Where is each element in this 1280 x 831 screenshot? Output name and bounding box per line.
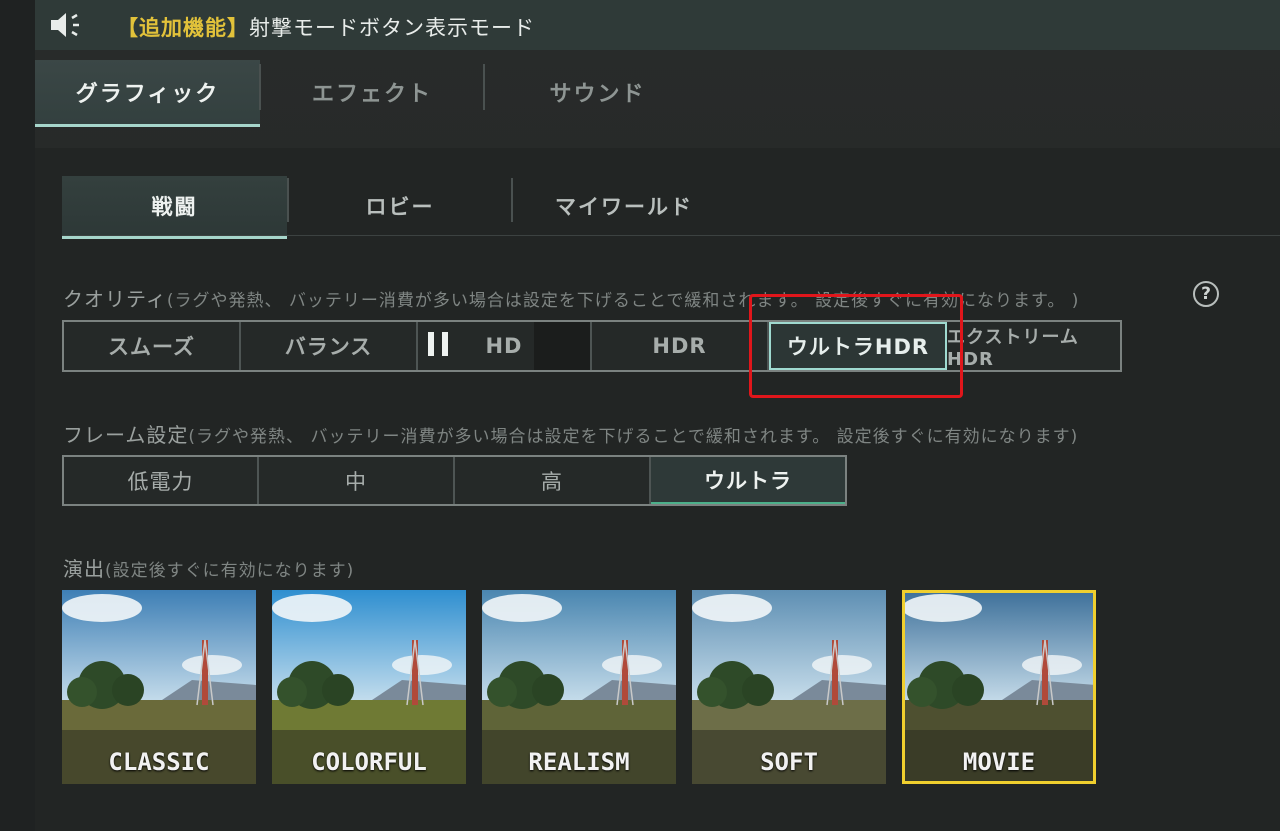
quality-option-label: スムーズ [108,335,195,359]
announcement-tag: 【追加機能】 [117,16,249,40]
announcement-bar[interactable]: 【追加機能】射撃モードボタン表示モード [35,0,1280,50]
style-option-classic[interactable]: CLASSIC [62,590,256,784]
style-note: (設定後すぐに有効になります) [105,561,355,581]
frame-option-ultra[interactable]: ウルトラ [651,457,845,504]
subtab-battle[interactable]: 戦闘 [62,176,287,239]
style-option-soft[interactable]: SOFT [692,590,886,784]
quality-title-text: クオリティ [63,287,167,311]
hd-shade [534,322,590,370]
frame-option-label: 低電力 [127,469,194,494]
tab-graphics-label: グラフィック [75,82,220,107]
quality-option-label: HD [485,334,523,358]
frame-option-medium[interactable]: 中 [259,457,455,504]
subtab-my-world[interactable]: マイワールド [513,176,735,236]
frame-option-label: ウルトラ [704,468,792,493]
quality-selector: スムーズ バランス HD HDR ウルトラHDR エクストリームHDR [62,320,1122,372]
style-option-label: COLORFUL [311,748,427,776]
selected-border [902,590,1096,784]
style-option-label: SOFT [760,748,818,776]
frame-title: フレーム設定(ラグや発熱、 バッテリー消費が多い場合は設定を下げることで緩和され… [63,419,1078,448]
quality-option-label: エクストリームHDR [947,326,1079,370]
style-option-label: CLASSIC [108,748,210,776]
subtab-my-world-label: マイワールド [555,195,693,219]
frame-option-label: 中 [345,469,367,494]
tab-graphics[interactable]: グラフィック [35,60,260,127]
frame-selector: 低電力 中 高 ウルトラ [62,455,847,506]
style-option-movie[interactable]: MOVIE [902,590,1096,784]
annotation-highlight [749,294,963,398]
subtab-underline [62,235,1280,236]
frame-option-high[interactable]: 高 [455,457,651,504]
tab-effects[interactable]: エフェクト [261,60,483,124]
style-option-colorful[interactable]: COLORFUL [272,590,466,784]
tab-sound[interactable]: サウンド [485,60,710,124]
help-icon[interactable]: ? [1193,281,1219,307]
quality-option-balance[interactable]: バランス [241,322,418,370]
quality-option-smooth[interactable]: スムーズ [64,322,241,370]
pause-icon [428,332,450,356]
style-title-text: 演出 [63,557,105,581]
tab-effects-label: エフェクト [311,82,432,107]
frame-option-label: 高 [541,469,563,494]
frame-title-text: フレーム設定 [63,423,189,447]
speaker-icon [51,13,79,37]
frame-option-low-power[interactable]: 低電力 [64,457,259,504]
style-title: 演出(設定後すぐに有効になります) [63,553,354,582]
frame-note: (ラグや発熱、 バッテリー消費が多い場合は設定を下げることで緩和されます。 設定… [188,427,1079,447]
subtab-battle-label: 戦闘 [151,195,198,219]
announcement-message: 射撃モードボタン表示モード [249,16,535,40]
style-option-label: REALISM [528,748,630,776]
subtab-lobby[interactable]: ロビー [289,176,511,236]
help-glyph: ? [1201,284,1211,304]
subtab-lobby-label: ロビー [365,195,435,219]
tab-sound-label: サウンド [549,82,646,107]
announcement-text: 【追加機能】射撃モードボタン表示モード [117,12,535,42]
quality-option-hdr[interactable]: HDR [592,322,769,370]
quality-option-label: HDR [652,334,707,358]
quality-option-extreme-hdr[interactable]: エクストリームHDR [947,322,1120,370]
quality-option-label: バランス [284,335,373,359]
style-option-realism[interactable]: REALISM [482,590,676,784]
